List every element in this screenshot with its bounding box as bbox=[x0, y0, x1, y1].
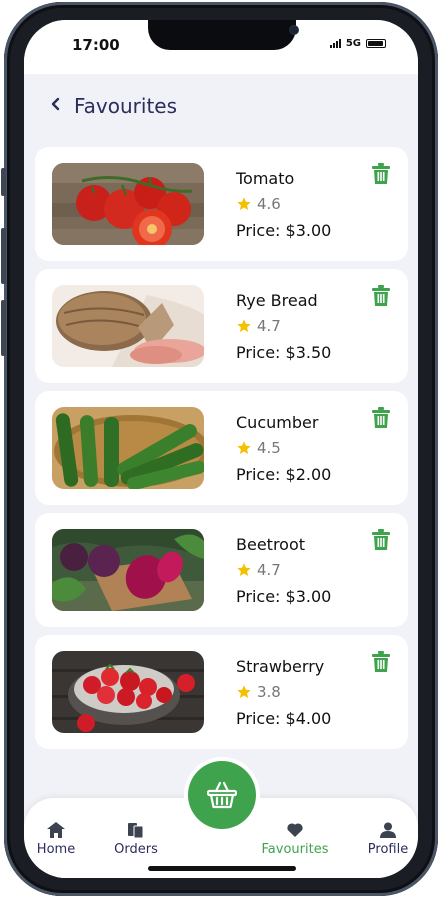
product-rating: 4.5 bbox=[236, 439, 281, 457]
favourite-card[interactable]: Tomato 4.6 Price: $3.00 bbox=[35, 147, 408, 261]
status-bar: 17:00 5G bbox=[24, 20, 418, 74]
favourite-card[interactable]: Cucumber 4.5 Price: $2.00 bbox=[35, 391, 408, 505]
nav-item-profile[interactable]: Profile bbox=[353, 822, 418, 857]
phone-side-button bbox=[1, 168, 6, 196]
signal-icon bbox=[329, 39, 341, 48]
home-icon bbox=[47, 822, 65, 838]
star-icon bbox=[237, 319, 251, 332]
orders-icon bbox=[128, 823, 144, 838]
product-price: Price: $3.00 bbox=[236, 587, 332, 606]
rye-bread-photo bbox=[52, 285, 204, 367]
beetroot-photo bbox=[52, 529, 204, 611]
trash-icon[interactable] bbox=[371, 407, 391, 429]
nav-label: Orders bbox=[114, 842, 158, 857]
product-price: Price: $2.00 bbox=[236, 465, 332, 484]
network-type: 5G bbox=[345, 38, 361, 49]
heart-icon bbox=[287, 823, 303, 837]
trash-icon[interactable] bbox=[371, 529, 391, 551]
star-icon bbox=[237, 685, 251, 698]
star-icon bbox=[237, 563, 251, 576]
nav-item-favourites[interactable]: Favourites bbox=[260, 822, 330, 857]
favourite-card[interactable]: Strawberry 3.8 Price: $4.00 bbox=[35, 635, 408, 749]
notch bbox=[148, 20, 298, 50]
nav-label: Favourites bbox=[261, 842, 329, 857]
camera-icon bbox=[290, 26, 298, 34]
product-name: Rye Bread bbox=[236, 291, 318, 310]
profile-icon bbox=[380, 822, 396, 838]
app-screen: 17:00 5G Favourites Tomato 4.6 Price: $3… bbox=[24, 20, 418, 878]
product-name: Beetroot bbox=[236, 535, 306, 554]
home-indicator bbox=[148, 866, 296, 871]
product-rating: 4.7 bbox=[236, 561, 281, 579]
product-price: Price: $4.00 bbox=[236, 709, 332, 728]
phone-volume-down-button bbox=[1, 300, 6, 356]
status-time: 17:00 bbox=[72, 36, 120, 54]
trash-icon[interactable] bbox=[371, 285, 391, 307]
product-name: Cucumber bbox=[236, 413, 319, 432]
rating-value: 4.5 bbox=[257, 439, 281, 457]
rating-value: 4.6 bbox=[257, 195, 281, 213]
basket-icon bbox=[207, 781, 237, 809]
trash-icon[interactable] bbox=[371, 163, 391, 185]
strawberry-photo bbox=[52, 651, 204, 733]
product-name: Tomato bbox=[236, 169, 295, 188]
nav-label: Home bbox=[36, 842, 76, 857]
star-icon bbox=[237, 441, 251, 454]
product-rating: 4.6 bbox=[236, 195, 281, 213]
star-icon bbox=[237, 197, 251, 210]
product-name: Strawberry bbox=[236, 657, 325, 676]
cucumber-photo bbox=[52, 407, 204, 489]
nav-item-home[interactable]: Home bbox=[24, 822, 91, 857]
page-title: Favourites bbox=[74, 94, 178, 118]
rating-value: 3.8 bbox=[257, 683, 281, 701]
page-header: Favourites bbox=[24, 74, 418, 144]
product-rating: 4.7 bbox=[236, 317, 281, 335]
status-indicators: 5G bbox=[329, 38, 386, 49]
nav-label: Profile bbox=[367, 842, 409, 857]
nav-item-orders[interactable]: Orders bbox=[101, 822, 171, 857]
battery-icon bbox=[366, 39, 386, 48]
product-price: Price: $3.00 bbox=[236, 221, 332, 240]
product-rating: 3.8 bbox=[236, 683, 281, 701]
favourite-card[interactable]: Rye Bread 4.7 Price: $3.50 bbox=[35, 269, 408, 383]
product-price: Price: $3.50 bbox=[236, 343, 332, 362]
phone-volume-up-button bbox=[1, 228, 6, 284]
trash-icon[interactable] bbox=[371, 651, 391, 673]
basket-fab-button[interactable] bbox=[188, 761, 256, 829]
rating-value: 4.7 bbox=[257, 561, 281, 579]
favourite-card[interactable]: Beetroot 4.7 Price: $3.00 bbox=[35, 513, 408, 627]
rating-value: 4.7 bbox=[257, 317, 281, 335]
back-chevron-icon[interactable] bbox=[48, 96, 64, 112]
tomato-photo bbox=[52, 163, 204, 245]
